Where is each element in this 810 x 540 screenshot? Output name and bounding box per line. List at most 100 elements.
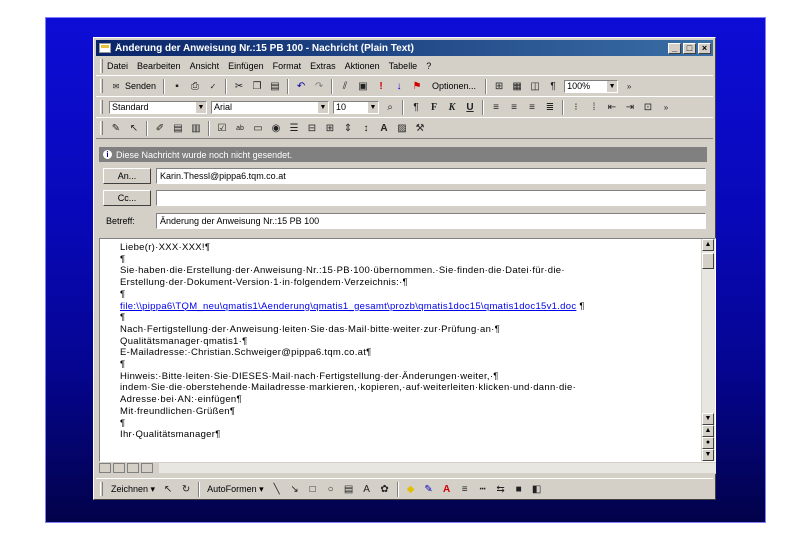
minimize-button[interactable]: _ <box>668 42 681 54</box>
scroll-up-icon[interactable]: ▲ <box>702 239 714 251</box>
checkbox-control-icon[interactable]: ☑ <box>215 121 229 135</box>
table-icon[interactable]: ⊞ <box>492 79 506 93</box>
normal-view-icon[interactable] <box>99 463 111 473</box>
align-right-icon[interactable]: ≡ <box>525 100 539 114</box>
dash-style-icon[interactable]: ┅ <box>476 482 490 496</box>
send-button[interactable]: ✉ Senden <box>107 79 156 93</box>
arrow-style-icon[interactable]: ⇆ <box>494 482 508 496</box>
vertical-scrollbar[interactable]: ▲ ▼ ▲ ● ▼ <box>701 239 715 461</box>
paragraph-icon[interactable]: ¶ <box>409 100 423 114</box>
scroll-thumb[interactable] <box>702 253 714 269</box>
next-page-icon[interactable]: ▼ <box>702 449 714 461</box>
radio-control-icon[interactable]: ◉ <box>269 121 283 135</box>
numbered-list-icon[interactable]: ⁝ <box>569 100 583 114</box>
textbox-icon[interactable]: ▤ <box>342 482 356 496</box>
menu-ansicht[interactable]: Ansicht <box>190 61 220 71</box>
label-control-icon[interactable]: A <box>377 121 391 135</box>
tools-icon[interactable]: ✎ <box>109 121 123 135</box>
find-icon[interactable]: ⌕ <box>383 100 397 114</box>
subject-field[interactable]: Änderung der Anweisung Nr.:15 PB 100 <box>156 213 706 229</box>
autoshapes-button[interactable]: AutoFormen ▾ <box>207 484 264 495</box>
menu-help[interactable]: ? <box>426 61 431 71</box>
options-button[interactable]: Optionen... <box>432 81 476 91</box>
align-center-icon[interactable]: ≡ <box>507 100 521 114</box>
redo-icon[interactable]: ↷ <box>312 79 326 93</box>
document-icon[interactable]: ▦ <box>510 79 524 93</box>
importance-high-icon[interactable]: ! <box>374 79 388 93</box>
to-field[interactable]: Karin.Thessl@pippa6.tqm.co.at <box>156 168 706 184</box>
italic-button[interactable]: K <box>445 100 459 114</box>
menu-format[interactable]: Format <box>273 61 302 71</box>
toolbar-grip[interactable] <box>100 100 103 114</box>
select-objects-icon[interactable]: ↖ <box>161 482 175 496</box>
outline-view-icon[interactable] <box>141 463 153 473</box>
line-color-icon[interactable]: ✎ <box>422 482 436 496</box>
paste-icon[interactable]: ▤ <box>268 79 282 93</box>
menu-extras[interactable]: Extras <box>310 61 336 71</box>
menu-datei[interactable]: Datei <box>107 61 128 71</box>
draw-menu-button[interactable]: Zeichnen ▾ <box>111 484 155 495</box>
justify-icon[interactable]: ≣ <box>543 100 557 114</box>
browse-object-icon[interactable]: ● <box>702 437 714 449</box>
menu-bearbeiten[interactable]: Bearbeiten <box>137 61 181 71</box>
shadow-icon[interactable]: ■ <box>512 482 526 496</box>
body-text[interactable]: Liebe(r)·XXX·XXX!¶ ¶ Sie·haben·die·Erste… <box>120 242 695 441</box>
font-size-select[interactable]: 10 ▼ <box>333 100 379 114</box>
decrease-indent-icon[interactable]: ⇤ <box>605 100 619 114</box>
bullet-list-icon[interactable]: ⁞ <box>587 100 601 114</box>
prev-page-icon[interactable]: ▲ <box>702 425 714 437</box>
print-icon[interactable]: ⎙ <box>188 79 202 93</box>
addressbook-icon[interactable]: ▣ <box>356 79 370 93</box>
toolbar-grip[interactable] <box>100 79 103 93</box>
view-code-icon[interactable]: ▥ <box>189 121 203 135</box>
toolbar-grip[interactable] <box>100 482 103 496</box>
more-controls-icon[interactable]: ⚒ <box>413 121 427 135</box>
toolbar-overflow-icon[interactable]: » <box>622 79 636 93</box>
properties-icon[interactable]: ▤ <box>171 121 185 135</box>
to-button[interactable]: An... <box>103 168 151 184</box>
select-object-icon[interactable]: ↖ <box>127 121 141 135</box>
image-control-icon[interactable]: ▨ <box>395 121 409 135</box>
menu-einfuegen[interactable]: Einfügen <box>228 61 264 71</box>
style-select[interactable]: Standard ▼ <box>109 100 207 114</box>
copy-icon[interactable]: ❐ <box>250 79 264 93</box>
close-button[interactable]: × <box>698 42 711 54</box>
wordart-icon[interactable]: A <box>360 482 374 496</box>
maximize-button[interactable]: □ <box>683 42 696 54</box>
undo-icon[interactable]: ↶ <box>294 79 308 93</box>
importance-low-icon[interactable]: ↓ <box>392 79 406 93</box>
toggle-control-icon[interactable]: ⊞ <box>323 121 337 135</box>
cc-field[interactable] <box>156 190 706 206</box>
scrollbar-control-icon[interactable]: ↕ <box>359 121 373 135</box>
menu-grip[interactable] <box>100 59 103 73</box>
font-select[interactable]: Arial ▼ <box>211 100 329 114</box>
flag-icon[interactable]: ⚑ <box>410 79 424 93</box>
listbox-control-icon[interactable]: ☰ <box>287 121 301 135</box>
clipart-icon[interactable]: ✿ <box>378 482 392 496</box>
menu-tabelle[interactable]: Tabelle <box>389 61 418 71</box>
font-color-icon[interactable]: A <box>440 482 454 496</box>
scroll-down-icon[interactable]: ▼ <box>702 413 714 425</box>
line-icon[interactable]: ╲ <box>270 482 284 496</box>
arrow-icon[interactable]: ↘ <box>288 482 302 496</box>
toolbar-overflow-icon[interactable]: » <box>659 100 673 114</box>
textbox-control-icon[interactable]: ab <box>233 121 247 135</box>
file-link[interactable]: file:\\pippa6\TQM_neu\qmatis1\Aenderung\… <box>120 301 576 312</box>
button-control-icon[interactable]: ▭ <box>251 121 265 135</box>
rectangle-icon[interactable]: □ <box>306 482 320 496</box>
free-rotate-icon[interactable]: ↻ <box>179 482 193 496</box>
horizontal-scrollbar-track[interactable] <box>159 463 716 473</box>
spin-control-icon[interactable]: ⇕ <box>341 121 355 135</box>
oval-icon[interactable]: ○ <box>324 482 338 496</box>
align-left-icon[interactable]: ≡ <box>489 100 503 114</box>
line-style-icon[interactable]: ≡ <box>458 482 472 496</box>
paragraph-marks-icon[interactable]: ¶ <box>546 79 560 93</box>
spellcheck-icon[interactable]: ✓ <box>206 79 220 93</box>
increase-indent-icon[interactable]: ⇥ <box>623 100 637 114</box>
zoom-select[interactable]: 100% ▼ <box>564 79 619 93</box>
3d-icon[interactable]: ◧ <box>530 482 544 496</box>
design-mode-icon[interactable]: ✐ <box>153 121 167 135</box>
fill-color-icon[interactable]: ◆ <box>404 482 418 496</box>
print-layout-icon[interactable] <box>127 463 139 473</box>
menu-aktionen[interactable]: Aktionen <box>345 61 380 71</box>
